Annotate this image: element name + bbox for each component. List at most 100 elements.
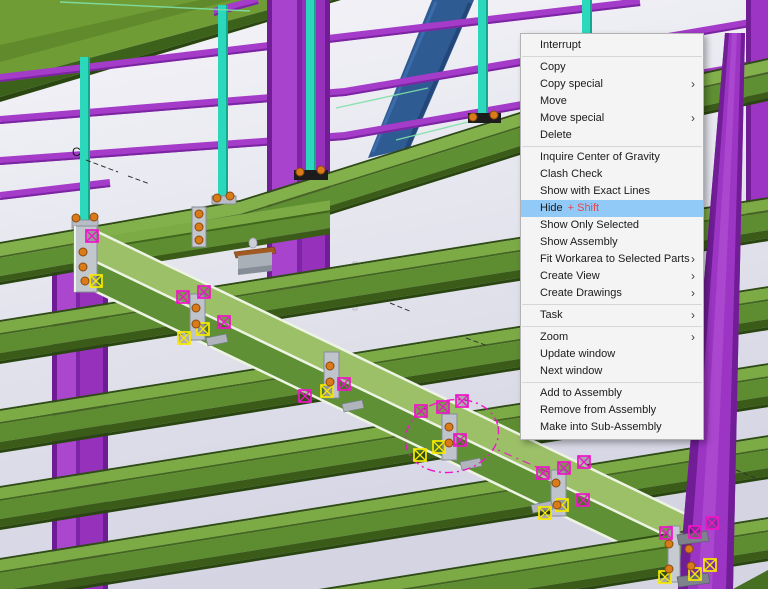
selection-handle-magenta[interactable] [414,404,428,418]
menu-item-update-window[interactable]: Update window [521,346,703,363]
bolt[interactable] [686,561,696,571]
selection-handle-magenta[interactable] [455,394,469,408]
grid-label: C [72,145,81,159]
menu-item-label: Create Drawings [540,287,622,299]
selection-handle-yellow[interactable] [413,448,427,462]
bolt[interactable] [325,361,335,371]
selection-handle-magenta[interactable] [536,466,550,480]
menu-item-inquire-center-of-gravity[interactable]: Inquire Center of Gravity [521,149,703,166]
menu-item-label: Delete [540,129,572,141]
selection-handle-yellow[interactable] [432,440,446,454]
bolt[interactable] [684,544,694,554]
bolt[interactable] [194,222,204,232]
submenu-arrow-icon: › [691,111,695,125]
selection-handle-magenta[interactable] [557,461,571,475]
submenu-arrow-icon: › [691,330,695,344]
bolt[interactable] [78,247,88,257]
menu-item-shortcut-hint: + Shift [567,202,600,214]
menu-item-label: Add to Assembly [540,387,622,399]
column-face [297,0,302,300]
menu-item-label: Zoom [540,331,569,343]
bolt[interactable] [194,209,204,219]
menu-item-label: Next window [540,365,603,377]
selection-handle-magenta[interactable] [217,315,231,329]
selection-handle-magenta[interactable] [197,285,211,299]
selection-handle-magenta[interactable] [453,433,467,447]
menu-item-label: Make into Sub-Assembly [540,421,662,433]
menu-item-copy-special[interactable]: Copy special › [521,76,703,93]
menu-item-label: Hide [540,202,563,214]
menu-item-label: Create View [540,270,600,282]
menu-item-add-to-assembly[interactable]: Add to Assembly [521,385,703,402]
menu-item-make-into-sub-assembly[interactable]: Make into Sub-Assembly [521,419,703,436]
menu-item-copy[interactable]: Copy [521,59,703,76]
bolt[interactable] [664,564,674,574]
menu-separator [522,146,702,147]
menu-item-interrupt[interactable]: Interrupt [521,37,703,54]
menu-item-clash-check[interactable]: Clash Check [521,166,703,183]
selection-handle-magenta[interactable] [436,400,450,414]
menu-item-next-window[interactable]: Next window [521,363,703,380]
selection-handle-yellow[interactable] [89,274,103,288]
bolt[interactable] [468,112,478,122]
bolt[interactable] [551,478,561,488]
bolt[interactable] [444,438,454,448]
bolt[interactable] [295,167,305,177]
menu-item-label: Copy [540,61,566,73]
bolt[interactable] [664,539,674,549]
menu-item-move[interactable]: Move [521,93,703,110]
menu-item-label: Move [540,95,567,107]
selection-handle-magenta[interactable] [298,389,312,403]
menu-item-hide[interactable]: Hide + Shift [521,200,703,217]
menu-item-label: Show Assembly [540,236,618,248]
menu-item-zoom[interactable]: Zoom › [521,329,703,346]
bolt[interactable] [444,422,454,432]
bolt[interactable] [78,262,88,272]
bolt[interactable] [552,500,562,510]
selection-handle-yellow[interactable] [538,506,552,520]
menu-item-delete[interactable]: Delete [521,127,703,144]
menu-item-task[interactable]: Task › [521,307,703,324]
selection-handle-yellow[interactable] [177,331,191,345]
selection-handle-magenta[interactable] [85,229,99,243]
menu-item-move-special[interactable]: Move special › [521,110,703,127]
selection-handle-magenta[interactable] [576,493,590,507]
menu-item-show-assembly[interactable]: Show Assembly [521,234,703,251]
menu-separator [522,326,702,327]
menu-item-label: Inquire Center of Gravity [540,151,660,163]
menu-item-create-view[interactable]: Create View › [521,268,703,285]
bolt[interactable] [225,191,235,201]
submenu-arrow-icon: › [691,252,695,266]
menu-item-remove-from-assembly[interactable]: Remove from Assembly [521,402,703,419]
submenu-arrow-icon: › [691,308,695,322]
bolt[interactable] [71,213,81,223]
menu-item-label: Task [540,309,563,321]
selection-handle-magenta[interactable] [688,525,702,539]
selection-handle-magenta[interactable] [659,526,673,540]
menu-item-label: Update window [540,348,616,360]
bolt[interactable] [325,377,335,387]
context-menu: Interrupt Copy Copy special › Move Move speci… [520,33,704,440]
menu-item-label: Fit Workarea to Selected Parts [540,253,690,265]
menu-item-show-with-exact-lines[interactable]: Show with Exact Lines [521,183,703,200]
bolt[interactable] [194,235,204,245]
bolt[interactable] [80,276,90,286]
bolt[interactable] [212,193,222,203]
bolt[interactable] [191,319,201,329]
menu-item-show-only-selected[interactable]: Show Only Selected [521,217,703,234]
menu-item-fit-workarea-to-selected-parts[interactable]: Fit Workarea to Selected Parts › [521,251,703,268]
bolt[interactable] [489,110,499,120]
menu-item-label: Move special [540,112,605,124]
selection-handle-yellow[interactable] [320,384,334,398]
selection-handle-magenta[interactable] [176,290,190,304]
equipment-part [248,237,258,249]
bolt[interactable] [89,212,99,222]
menu-item-label: Copy special [540,78,603,90]
selection-handle-yellow[interactable] [703,558,717,572]
bolt[interactable] [191,303,201,313]
selection-handle-magenta[interactable] [705,516,719,530]
selection-handle-magenta[interactable] [337,377,351,391]
menu-item-create-drawings[interactable]: Create Drawings › [521,285,703,302]
bolt[interactable] [316,165,326,175]
selection-handle-magenta[interactable] [577,455,591,469]
